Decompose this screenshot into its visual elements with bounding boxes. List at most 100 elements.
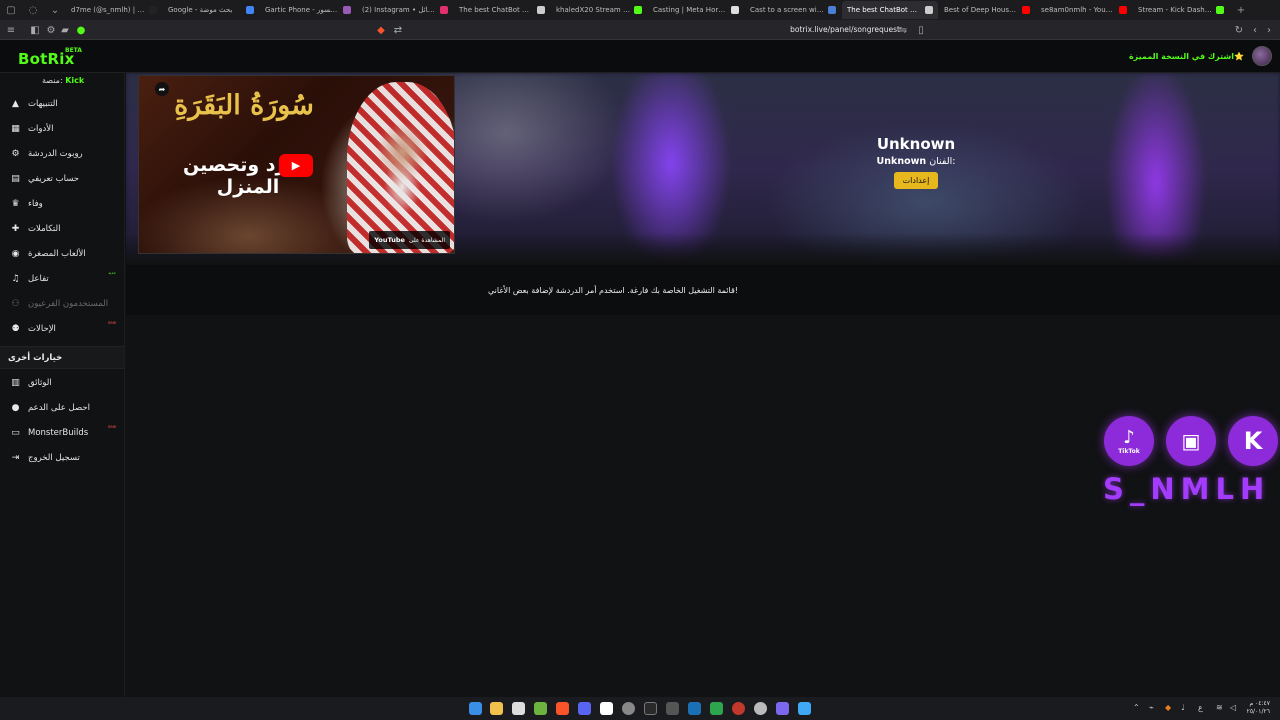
tray-chevron-icon[interactable]: ⌃ [1133, 703, 1140, 712]
song-title: Unknown [876, 135, 956, 153]
settings-button[interactable]: إعدادات [893, 172, 939, 189]
reload-icon[interactable]: ↻ [1232, 23, 1246, 37]
tray-language-icon[interactable]: ع [1198, 703, 1203, 712]
app-icon[interactable] [798, 702, 811, 715]
kick-letter: K [1243, 427, 1263, 455]
overlay-username: S_NMLH [1103, 472, 1271, 506]
browser-tab[interactable]: d7me (@s_nmlh) | TikTok(5) [66, 1, 162, 19]
tray-volume-icon[interactable]: ◁ [1230, 703, 1236, 712]
minecraft-icon[interactable] [534, 702, 547, 715]
tiktok-label: TikTok [1118, 448, 1140, 455]
tab-search-icon[interactable]: ⌄ [44, 0, 66, 20]
song-artist: Unknown الفنان: [826, 156, 1006, 167]
sidebar-item[interactable]: ♫ تفاعل جديد [0, 266, 124, 291]
sidebar-item[interactable]: ● احصل على الدعم [0, 395, 124, 420]
sidebar-item[interactable]: ⚙ روبوت الدردشة [0, 141, 124, 166]
sidebar-item[interactable]: ▭ MonsterBuilds new [0, 420, 124, 445]
translate-icon[interactable]: ⇄ [391, 23, 405, 37]
browser-tab[interactable]: se8am0nmlh - YouTube [1036, 1, 1132, 19]
new-badge: new [107, 424, 116, 429]
gear-app-icon[interactable] [754, 702, 767, 715]
browser-tab[interactable]: Stream - Kick Dashboard [1133, 1, 1229, 19]
file-explorer-icon[interactable] [490, 702, 503, 715]
artist-name: Unknown [876, 156, 927, 167]
robot-icon: ⚙ [11, 148, 20, 159]
taskbar-clock[interactable]: ٠٤:٤٧ م ٢٥/٠١/٢٦ [1247, 700, 1270, 716]
documents-icon: ▥ [11, 377, 20, 388]
youtube-video-embed[interactable]: سُورَةُ البَقَرَةِ لطرد وتحصين المنزل ➦ … [138, 75, 455, 254]
play-button[interactable]: ▶ [279, 154, 313, 177]
browser-tab[interactable]: Casting | Meta Horizon [648, 1, 744, 19]
premium-subscribe-link[interactable]: اشترك في النسخة المميزة⭐ [1129, 52, 1244, 61]
screenshot-icon[interactable]: ◧ [28, 23, 42, 37]
sidebar: منصة: Kick ▲ التنبيهات ▦ الأدوات ⚙ روبوت الدر… [0, 73, 125, 720]
thumbnail-title-1: سُورَةُ البَقَرَةِ [174, 90, 314, 121]
brave-browser-icon[interactable] [556, 702, 569, 715]
bookmark-icon[interactable]: ▯ [914, 23, 928, 37]
browser-tab[interactable]: Best of Deep House [2025] [939, 1, 1035, 19]
settings-app-icon[interactable] [622, 702, 635, 715]
sidebar-item-label: MonsterBuilds [28, 427, 89, 438]
back-icon[interactable]: ‹ [1248, 23, 1262, 37]
notepad-icon[interactable] [512, 702, 525, 715]
brave-shield-icon[interactable]: ◆ [374, 23, 388, 37]
sidebar-item[interactable]: ◉ الألعاب المصغرة [0, 241, 124, 266]
launcher-icon[interactable] [776, 702, 789, 715]
sidebar-item[interactable]: ▦ الأدوات [0, 116, 124, 141]
extensions-icon[interactable]: ⚙ [44, 23, 58, 37]
browser-tab[interactable]: (2) Instagram • الرسائل [357, 1, 453, 19]
tray-network-icon[interactable]: ⌁ [1149, 703, 1154, 712]
steam-icon[interactable] [688, 702, 701, 715]
watch-on-label: المشاهدة على [408, 236, 445, 244]
sidebar-item[interactable]: ⇥ تسجيل الخروج [0, 445, 124, 470]
sidebar-item[interactable]: ⚉ الإحالات new [0, 316, 124, 341]
other-options-heading: خيارات أخرى [0, 346, 124, 369]
browser-tab[interactable]: khaledX20 Stream - Watch [551, 1, 647, 19]
tab-favicon-icon [1119, 6, 1127, 14]
shield-status-icon[interactable]: ● [74, 23, 88, 37]
sidebar-item[interactable]: ▤ حساب تعريفي [0, 166, 124, 191]
recorder-icon[interactable] [732, 702, 745, 715]
tab-menu-icon[interactable]: ◌ [22, 0, 44, 20]
sidebar-item[interactable]: ✚ التكاملات [0, 216, 124, 241]
new-badge: جديد [108, 270, 116, 275]
platform-indicator: منصة: Kick [42, 76, 84, 85]
share-icon[interactable]: ⇋ [896, 23, 910, 37]
menu-icon[interactable]: ≡ [4, 23, 18, 37]
new-tab-button[interactable]: + [1230, 0, 1252, 20]
terminal-icon[interactable] [644, 702, 657, 715]
youtube-logo: YouTube [374, 236, 405, 244]
watch-on-youtube-link[interactable]: YouTube المشاهدة على [369, 231, 450, 249]
obs-icon[interactable] [600, 702, 613, 715]
tab-title: Google - بحث موضة [168, 6, 233, 14]
music-note-icon: ♫ [11, 273, 20, 284]
vpn-icon[interactable] [710, 702, 723, 715]
tray-wifi-icon[interactable]: ≋ [1216, 703, 1223, 712]
user-avatar[interactable] [1252, 46, 1272, 66]
browser-tab[interactable]: Gartic Phone - الهاتف المكسور [260, 1, 356, 19]
browser-tab[interactable]: The best ChatBot and Widg [454, 1, 550, 19]
url-field[interactable]: botrix.live/panel/songrequest [780, 24, 900, 36]
sidebar-toggle-icon[interactable]: ▢ [0, 0, 22, 20]
sidebar-item[interactable]: ▲ التنبيهات [0, 91, 124, 116]
tray-app-icon[interactable]: ◆ [1165, 703, 1171, 712]
tab-title: The best ChatBot and [847, 6, 921, 14]
capture-icon[interactable] [666, 702, 679, 715]
share-icon[interactable]: ➦ [155, 82, 169, 96]
discord-icon[interactable] [578, 702, 591, 715]
wallet-icon[interactable]: ▰ [58, 23, 72, 37]
tab-title: Gartic Phone - الهاتف المكسور [265, 6, 339, 14]
sidebar-item-label: المستخدمون الفرعيون [28, 298, 109, 309]
browser-tab[interactable]: Google - بحث موضة [163, 1, 259, 19]
playlist-panel: قائمة التشغيل الخاصة بك فارغة. استخدم أم… [126, 265, 1280, 315]
tab-title: Casting | Meta Horizon [653, 6, 727, 14]
tab-favicon-icon [343, 6, 351, 14]
sidebar-item[interactable]: ▥ الوثائق [0, 370, 124, 395]
sidebar-item[interactable]: ♛ وفاء [0, 191, 124, 216]
forward-icon[interactable]: › [1262, 23, 1276, 37]
tray-mic-icon[interactable]: ♩ [1181, 703, 1185, 712]
sidebar-item[interactable]: ⚇ المستخدمون الفرعيون [0, 291, 124, 316]
browser-tab[interactable]: The best ChatBot and [842, 1, 938, 19]
start-icon[interactable] [469, 702, 482, 715]
browser-tab[interactable]: Cast to a screen with Meta [745, 1, 841, 19]
